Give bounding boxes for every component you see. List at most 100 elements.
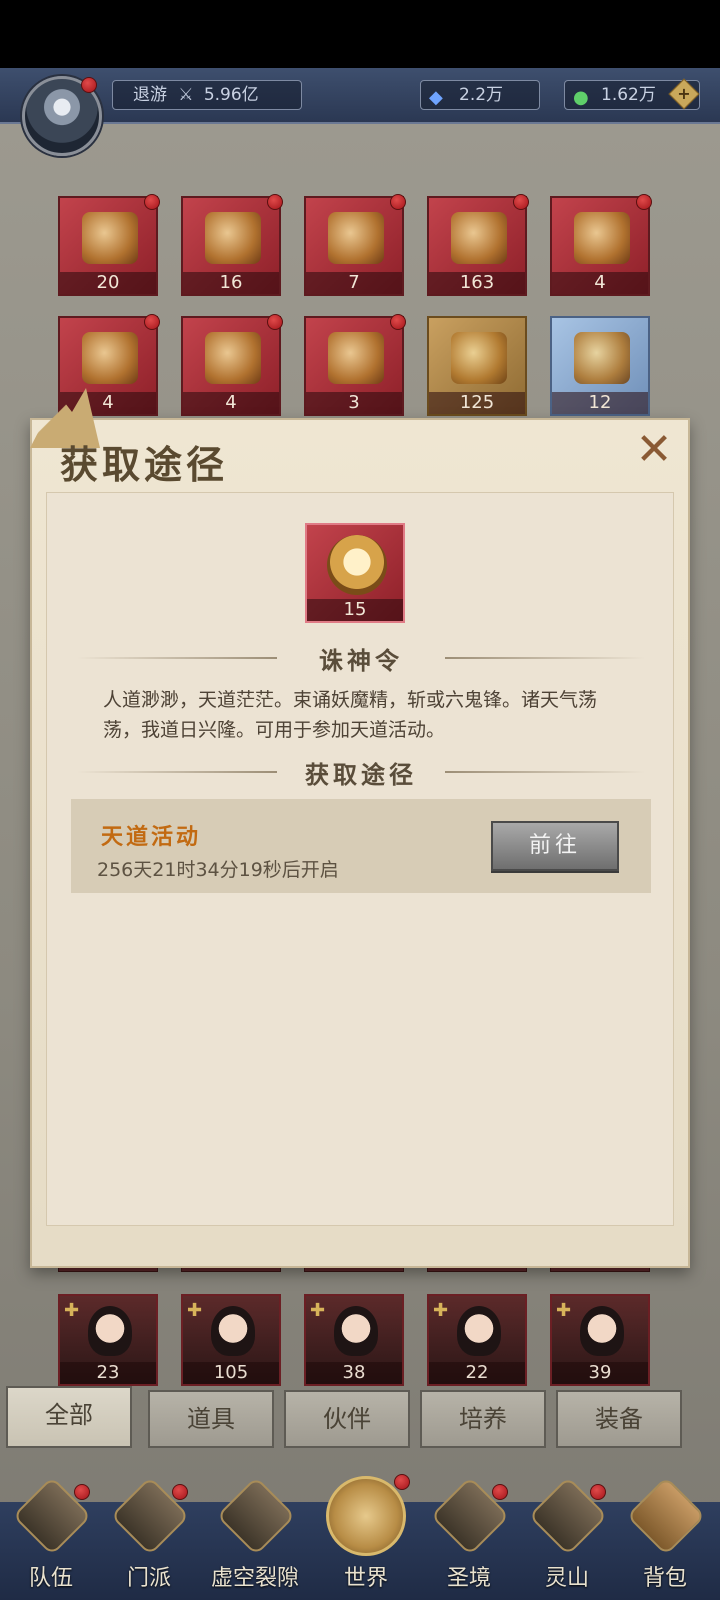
nav-spirit-mountain[interactable]: 灵山 [522, 1474, 612, 1594]
partner-count: 38 [306, 1362, 402, 1384]
item-icon [574, 332, 630, 384]
item-count: 163 [429, 272, 525, 294]
divider-line [445, 771, 645, 773]
partner-card[interactable]: ✚ 39 [550, 1294, 650, 1386]
bag-screen: 退游 ⚔ 5.96亿 ◆ 2.2万 ● 1.62万 + 20 16 7 163 … [0, 68, 720, 1600]
item-description: 人道渺渺，天道茫茫。束诵妖魔精，斩或六鬼锋。诸天气荡荡，我道日兴隆。可用于参加天… [103, 689, 598, 741]
source-countdown: 256天21时34分19秒后开启 [97, 859, 339, 881]
item-icon [82, 212, 138, 264]
notification-dot [394, 1474, 410, 1490]
item-icon [205, 332, 261, 384]
tab-cultivate[interactable]: 培养 [420, 1390, 546, 1448]
item-name-header: 诛神令 [77, 641, 645, 675]
partner-portrait [580, 1306, 624, 1356]
item-count: 20 [60, 272, 156, 294]
notification-dot [390, 314, 406, 330]
void-rift-icon [216, 1476, 296, 1556]
notification-dot [74, 1484, 90, 1500]
nav-team[interactable]: 队伍 [6, 1474, 96, 1594]
divider-line [445, 657, 645, 659]
crystal-currency: ◆ 2.2万 [420, 80, 540, 110]
bag-item-slot[interactable]: 4 [181, 314, 283, 416]
power-icon: ⚔ [178, 85, 194, 105]
crystal-icon: ◆ [429, 87, 443, 108]
nav-label: 门派 [126, 1566, 171, 1591]
item-count: 3 [306, 392, 402, 414]
world-icon [326, 1476, 406, 1556]
partner-card[interactable]: ✚ 22 [427, 1294, 527, 1386]
item-count: 4 [183, 392, 279, 414]
section-header: 获取途径 [77, 755, 645, 789]
notification-dot [144, 194, 160, 210]
notification-dot [492, 1484, 508, 1500]
source-row: 天道活动 256天21时34分19秒后开启 前往 [71, 799, 651, 893]
puzzle-piece-icon: ✚ [433, 1300, 449, 1321]
bag-item-slot[interactable]: 7 [304, 194, 406, 296]
player-info: 退游 ⚔ 5.96亿 [112, 80, 302, 110]
bag-item-slot[interactable]: 16 [181, 194, 283, 296]
item-icon [574, 212, 630, 264]
item-name: 诛神令 [319, 646, 403, 675]
nav-sect[interactable]: 门派 [104, 1474, 194, 1594]
puzzle-piece-icon: ✚ [556, 1300, 572, 1321]
puzzle-piece-icon: ✚ [310, 1300, 326, 1321]
section-title: 获取途径 [305, 760, 417, 789]
item-count: 12 [552, 392, 648, 414]
bag-item-slot[interactable]: 20 [58, 194, 160, 296]
item-icon [451, 332, 507, 384]
partner-portrait [334, 1306, 378, 1356]
category-tabs: 全部 道具 伙伴 培养 装备 [0, 1386, 720, 1456]
notification-dot [172, 1484, 188, 1500]
bag-item-slot[interactable]: 4 [58, 314, 160, 416]
plus-icon: + [677, 84, 691, 103]
bag-item-slot[interactable]: 125 [427, 316, 527, 416]
partner-portrait [457, 1306, 501, 1356]
bag-item-slot[interactable]: 4 [550, 194, 652, 296]
partner-count: 105 [183, 1362, 279, 1384]
divider-line [77, 771, 277, 773]
divider-line [77, 657, 277, 659]
partner-count: 23 [60, 1362, 156, 1384]
bag-item-slot[interactable]: 3 [304, 314, 406, 416]
bag-item-slot[interactable]: 12 [550, 316, 650, 416]
nav-bag[interactable]: 背包 [620, 1474, 710, 1594]
puzzle-piece-icon: ✚ [64, 1300, 80, 1321]
tab-items[interactable]: 道具 [148, 1390, 274, 1448]
partner-card[interactable]: ✚ 105 [181, 1294, 281, 1386]
notification-dot [267, 314, 283, 330]
go-button[interactable]: 前往 [491, 821, 619, 871]
bag-item-slot[interactable]: 163 [427, 194, 529, 296]
notification-dot [513, 194, 529, 210]
nav-label: 虚空裂隙 [210, 1566, 299, 1591]
item-icon [82, 332, 138, 384]
close-button[interactable]: ✕ [632, 428, 676, 474]
status-bar [0, 0, 720, 68]
notification-dot [267, 194, 283, 210]
close-icon: ✕ [635, 424, 673, 475]
player-avatar[interactable] [22, 76, 102, 156]
nav-world[interactable]: 世界 [318, 1474, 414, 1594]
tab-partners[interactable]: 伙伴 [284, 1390, 410, 1448]
nav-label: 灵山 [544, 1566, 589, 1591]
nav-label: 队伍 [28, 1566, 73, 1591]
bag-icon [626, 1476, 706, 1556]
partner-portrait [88, 1306, 132, 1356]
tab-equipment[interactable]: 装备 [556, 1390, 682, 1448]
partner-card[interactable]: ✚ 23 [58, 1294, 158, 1386]
add-jade-button[interactable]: + [668, 78, 700, 110]
notification-dot [636, 194, 652, 210]
partner-card[interactable]: ✚ 38 [304, 1294, 404, 1386]
nav-label: 世界 [343, 1566, 388, 1591]
item-count: 15 [307, 599, 403, 621]
nav-void-rift[interactable]: 虚空裂隙 [200, 1474, 310, 1594]
item-icon [328, 212, 384, 264]
token-icon [327, 535, 387, 595]
item-preview: 15 [305, 523, 405, 623]
nav-holy-realm[interactable]: 圣境 [424, 1474, 514, 1594]
tab-all[interactable]: 全部 [6, 1386, 132, 1448]
crystal-amount: 2.2万 [459, 85, 504, 105]
popup-content: 15 诛神令 人道渺渺，天道茫茫。束诵妖魔精，斩或六鬼锋。诸天气荡荡，我道日兴隆… [46, 492, 674, 1226]
partner-count: 22 [429, 1362, 525, 1384]
partner-count: 39 [552, 1362, 648, 1384]
puzzle-piece-icon: ✚ [187, 1300, 203, 1321]
